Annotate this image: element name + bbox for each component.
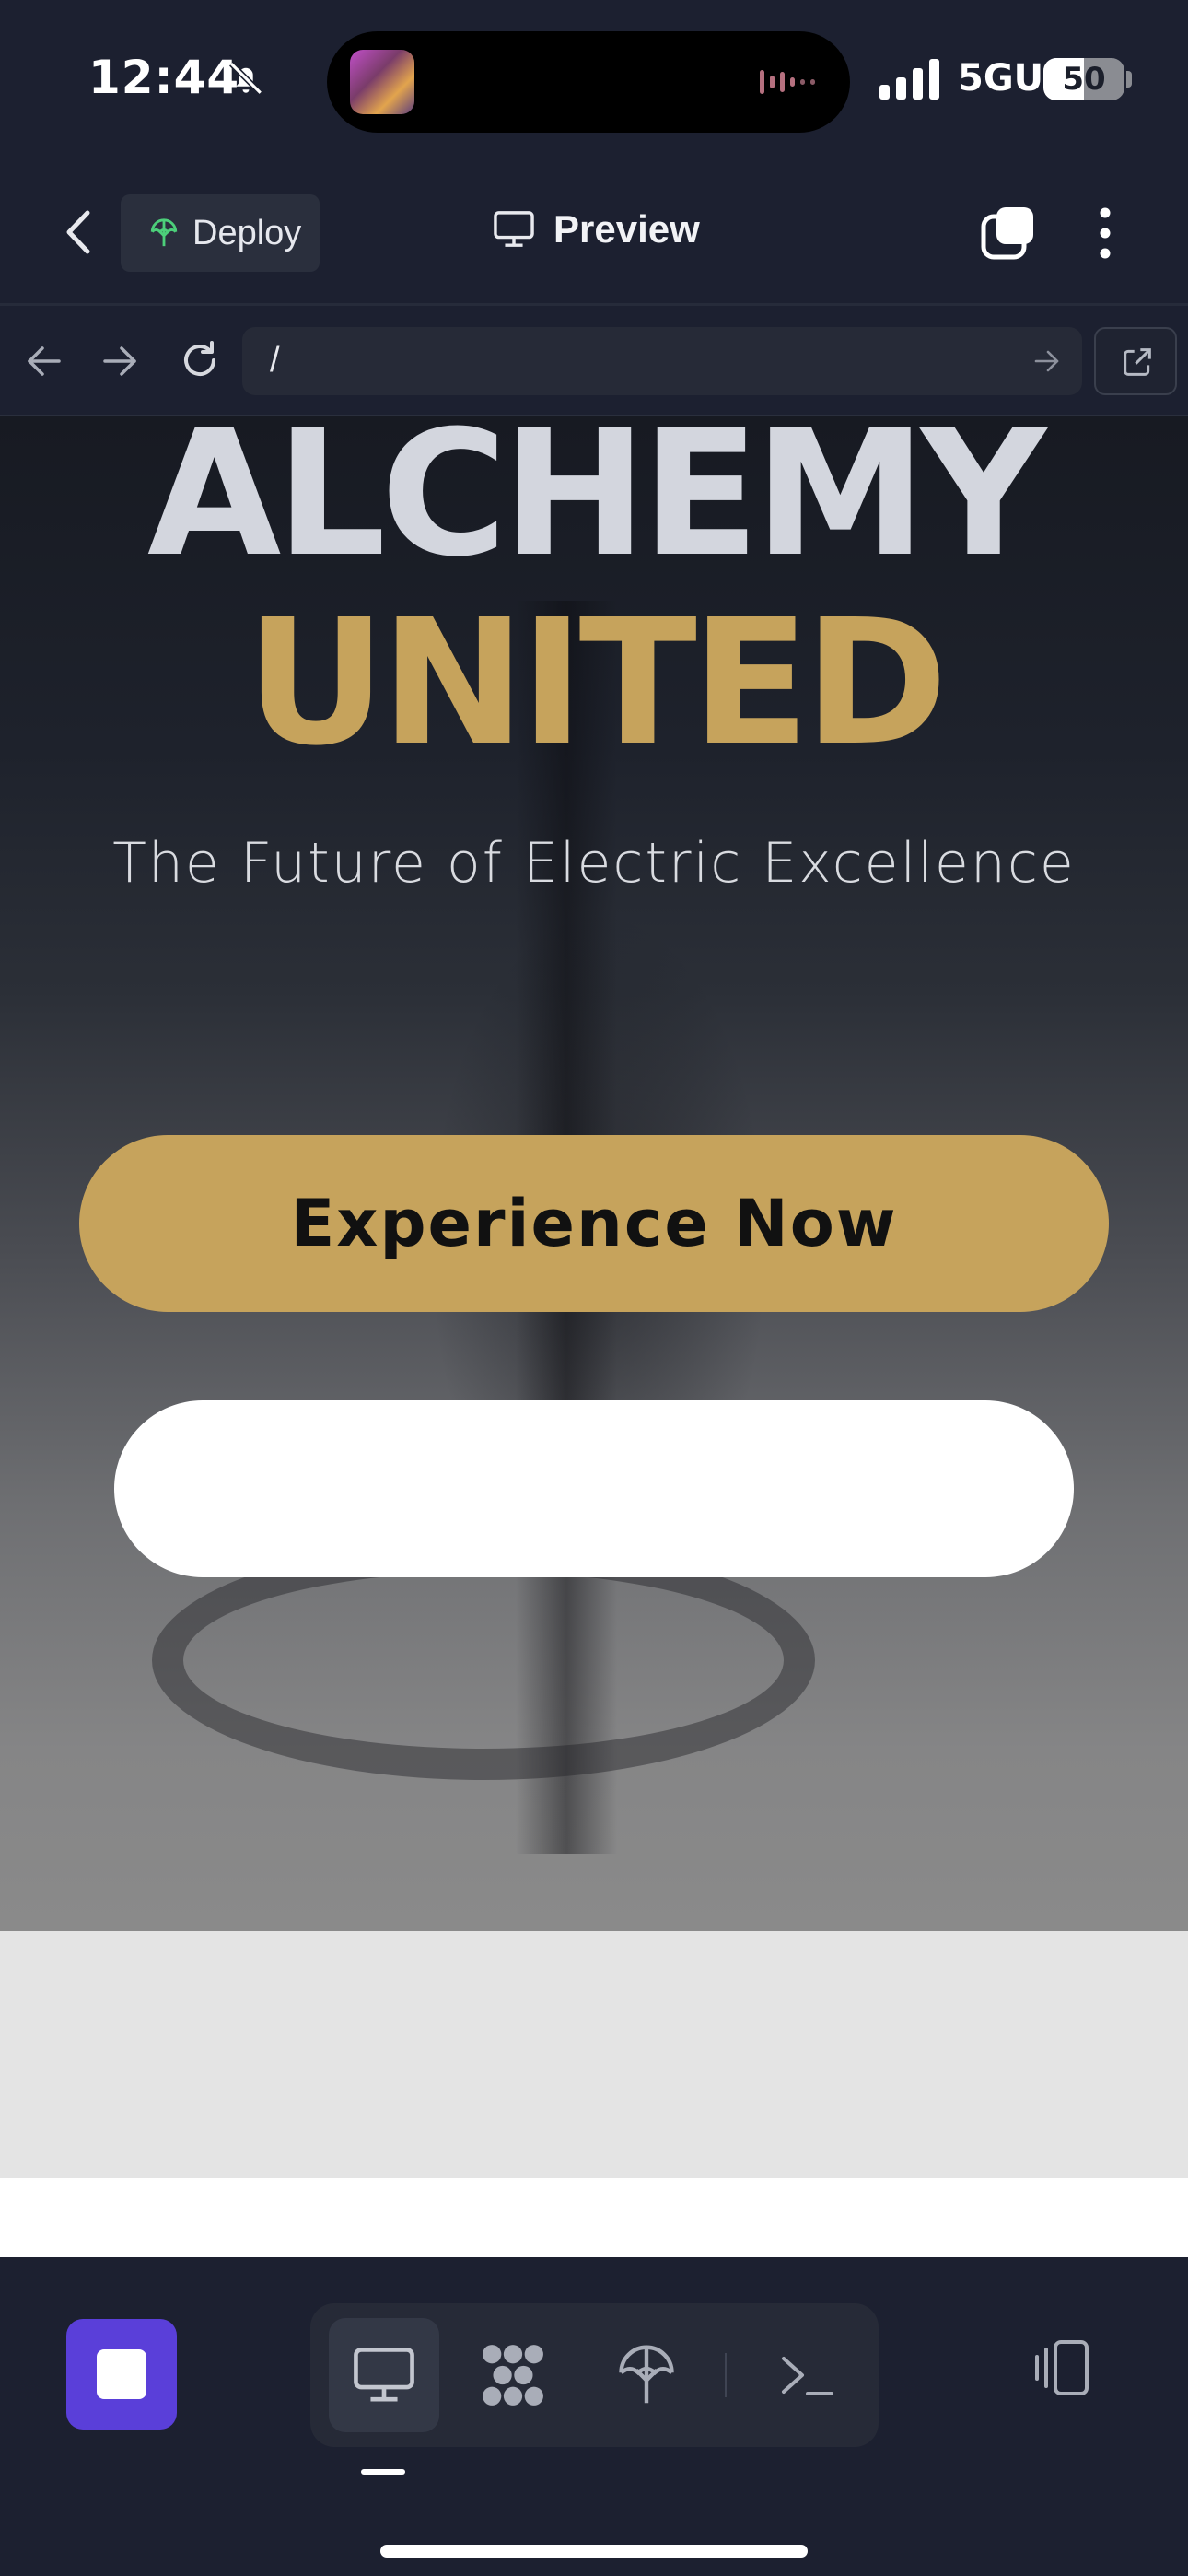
bottom-toolbar	[0, 2257, 1188, 2576]
deploy-button[interactable]: Deploy	[121, 194, 320, 272]
workflow-tab[interactable]	[458, 2318, 568, 2432]
arrow-right-icon[interactable]	[99, 343, 140, 380]
terminal-icon	[782, 2357, 833, 2395]
monitor-icon	[354, 2348, 414, 2402]
experience-now-label: Experience Now	[290, 1186, 898, 1261]
home-indicator[interactable]	[380, 2545, 808, 2558]
battery-cap	[1126, 71, 1132, 88]
status-time: 12:44	[88, 51, 240, 104]
external-link-icon	[1124, 348, 1151, 376]
back-chevron-icon[interactable]	[51, 200, 106, 264]
deploy-icon	[619, 2345, 674, 2404]
dynamic-island[interactable]	[327, 31, 850, 133]
panel-toggle-icon[interactable]	[1024, 2329, 1101, 2406]
preview-label: Preview	[553, 207, 700, 251]
preview-tab[interactable]	[329, 2318, 439, 2432]
experience-now-button[interactable]: Experience Now	[79, 1135, 1109, 1312]
hero-subtitle: The Future of Electric Excellence	[112, 831, 1076, 896]
toolbar-divider	[725, 2353, 727, 2397]
page-footer-area	[0, 2178, 1188, 2257]
deploy-icon	[150, 218, 178, 247]
stop-button[interactable]	[66, 2319, 177, 2430]
workflow-icon	[483, 2345, 543, 2406]
secondary-cta-button[interactable]	[114, 1400, 1074, 1577]
terminal-tab[interactable]	[752, 2318, 863, 2432]
audio-waveform-icon	[760, 70, 815, 94]
preview-title: Preview	[493, 207, 700, 252]
hero-section: ALCHEMY UNITED The Future of Electric Ex…	[0, 416, 1188, 1931]
deploy-tab[interactable]	[591, 2318, 702, 2432]
cellular-signal-icon	[879, 59, 939, 100]
reload-icon[interactable]	[177, 337, 223, 383]
web-preview[interactable]: ALCHEMY UNITED The Future of Electric Ex…	[0, 416, 1188, 2257]
browser-bar	[0, 306, 1188, 416]
battery-icon: 50	[1043, 58, 1124, 100]
now-playing-artwork[interactable]	[350, 50, 414, 114]
app-header: Deploy Preview	[0, 161, 1188, 306]
stop-icon	[97, 2349, 146, 2399]
status-bar: 12:44 5GUC 50	[0, 0, 1188, 161]
view-switcher	[310, 2303, 879, 2447]
open-external-button[interactable]	[1094, 327, 1177, 395]
hero-title-line2: UNITED	[245, 582, 949, 784]
deploy-label: Deploy	[192, 213, 302, 252]
battery-percent: 50	[1062, 61, 1106, 98]
bell-slash-icon	[229, 62, 262, 95]
url-input[interactable]	[270, 341, 988, 381]
hero-title-line1: ALCHEMY	[146, 416, 1046, 595]
active-tab-indicator	[361, 2469, 405, 2475]
go-arrow-icon[interactable]	[1032, 347, 1062, 375]
more-vertical-icon[interactable]	[1087, 204, 1124, 263]
tabs-icon[interactable]	[978, 204, 1037, 263]
arrow-left-icon[interactable]	[24, 343, 64, 380]
url-field[interactable]	[242, 327, 1082, 395]
monitor-icon	[494, 211, 534, 247]
next-section	[0, 1931, 1188, 2178]
